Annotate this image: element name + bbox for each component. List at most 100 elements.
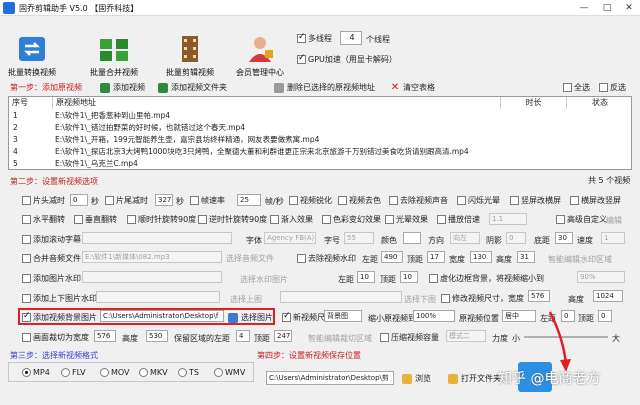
resize-width-input[interactable]: 576 [528, 290, 550, 302]
smart-watermark-button[interactable]: 智能编辑水印区域 [548, 254, 612, 265]
shadow-input[interactable]: 0 [506, 232, 526, 244]
sharpen-option[interactable]: 视频锐化 [289, 195, 332, 206]
scroll-speed-select[interactable]: 1 [601, 232, 625, 244]
col-header-no[interactable]: 序号 [9, 97, 53, 109]
sharpen-checkbox[interactable] [289, 196, 298, 205]
new-size-checkbox[interactable] [282, 311, 291, 322]
head-cut-option[interactable]: 片头减时 [22, 195, 65, 206]
pic-watermark-option[interactable]: 添加图片水印 [22, 273, 81, 284]
cw-checkbox[interactable] [127, 215, 136, 224]
font-select[interactable]: Agency FB(A) [264, 232, 316, 244]
head-cut-input[interactable]: 0 [70, 194, 88, 206]
wm-image-path-input[interactable] [82, 271, 222, 283]
hflip-option[interactable]: 水平翻转 [22, 214, 65, 225]
remove-audio-checkbox[interactable] [389, 196, 398, 205]
select-all-option[interactable]: 全选 [563, 82, 590, 93]
format-wmv[interactable]: WMV [214, 368, 245, 377]
clear-table-button[interactable]: ✕ 清空表格 [390, 82, 435, 93]
blur-bg-checkbox[interactable] [429, 274, 438, 283]
light-checkbox[interactable] [385, 215, 394, 224]
multithread-option[interactable]: 多线程 [297, 32, 332, 44]
delete-selected-button[interactable]: 删除已选择的原视频地址 [274, 82, 375, 93]
add-video-button[interactable]: 添加视频 [100, 82, 145, 93]
minimize-button[interactable]: — [573, 0, 595, 16]
edit-button[interactable]: 编辑 [606, 215, 622, 226]
remove-watermark-option[interactable]: 去除视频水印 [297, 253, 356, 264]
format-mov-radio[interactable] [100, 368, 109, 377]
gpu-option[interactable]: GPU加速（用显卡解码） [297, 53, 397, 65]
format-mkv[interactable]: MKV [139, 368, 168, 377]
subtitle-option[interactable]: 添加滚动字幕 [22, 234, 81, 245]
col-header-status[interactable]: 状态 [567, 97, 631, 109]
select-top-button[interactable]: 选择上图 [230, 294, 262, 305]
blur-bg-option[interactable]: 虚化边框背景，将视频缩小到 [429, 273, 544, 284]
wm-top-input[interactable]: 17 [427, 251, 445, 263]
close-button[interactable]: ✕ [618, 0, 640, 16]
table-row[interactable]: 5 E:\软件1\_乌克兰C.mp4 [9, 158, 631, 169]
multithread-checkbox[interactable] [297, 32, 306, 43]
crop-option[interactable]: 画面裁切为宽度 [22, 332, 89, 343]
merge-audio-option[interactable]: 合并音频文件 [22, 253, 81, 264]
thread-count-input[interactable]: 4 [340, 31, 362, 45]
color-option[interactable]: 色彩变幻效果 [322, 214, 381, 225]
crop-checkbox[interactable] [22, 333, 31, 342]
batch-merge-tool[interactable]: 批量合并视频 [90, 34, 138, 78]
ccw-option[interactable]: 逆时针旋转90度 [198, 214, 267, 225]
select-picture-button[interactable]: 选择图片 [228, 312, 273, 323]
v-to-h-checkbox[interactable] [510, 196, 519, 205]
tail-cut-option[interactable]: 片尾减时 [105, 195, 148, 206]
hflip-checkbox[interactable] [22, 215, 31, 224]
batch-edit-tool[interactable]: 批量剪辑视频 [166, 34, 214, 78]
bottom-image-input[interactable] [280, 291, 402, 303]
resize-height-input[interactable]: 1024 [593, 290, 623, 302]
pic-watermark-checkbox[interactable] [22, 274, 31, 283]
table-row[interactable]: 2 E:\软件1\_错过拍野菜的好时候，也就错过这个春天.mp4 [9, 122, 631, 134]
format-mp4[interactable]: MP4 [22, 368, 50, 377]
invert-option[interactable]: 反选 [599, 82, 626, 93]
light-option[interactable]: 光晕效果 [385, 214, 428, 225]
resize-option[interactable]: 修改视频尺寸，宽度 [441, 293, 524, 304]
direction-select[interactable]: 向左 [450, 232, 480, 244]
speed-checkbox[interactable] [437, 215, 446, 224]
cw-option[interactable]: 顺时针旋转90度 [127, 214, 196, 225]
subtitle-checkbox[interactable] [22, 235, 31, 244]
top-bottom-wm-option[interactable]: 添加上下图片水印 [22, 293, 97, 304]
table-row[interactable]: 4 E:\软件1\_探店北京3大烤鸭1000块吃3只烤鸭，全聚德大董和利群谁更正宗… [9, 146, 631, 158]
crop-width-input[interactable]: 576 [94, 330, 116, 342]
keep-left-input[interactable]: 4 [236, 330, 250, 342]
subtitle-input[interactable] [82, 232, 232, 244]
select-watermark-button[interactable]: 选择水印图片 [240, 274, 288, 285]
tail-cut-checkbox[interactable] [105, 196, 114, 205]
audio-path-input[interactable]: E:\软件1\新媒体\082.mp3 [82, 251, 222, 263]
table-row[interactable]: 3 E:\软件1\_开箱，199元智能养生壶，嘉宗县坊终样精通，网友表要做煮寓.m… [9, 134, 631, 146]
fadein-checkbox[interactable] [270, 215, 279, 224]
bg-image-path-input[interactable]: C:\Users\Administrator\Desktop\f [100, 310, 224, 322]
format-wmv-radio[interactable] [214, 368, 223, 377]
format-mp4-radio[interactable] [22, 368, 31, 377]
shrink-select[interactable]: 100% [413, 310, 455, 322]
gpu-checkbox[interactable] [297, 53, 306, 64]
compress-option[interactable]: 压缩视频容量 [380, 332, 439, 343]
format-flv[interactable]: FLV [61, 368, 86, 377]
pic-wm-top-input[interactable]: 10 [400, 271, 418, 283]
top-image-input[interactable] [96, 291, 220, 303]
speed-select[interactable]: 1.1 [489, 213, 527, 225]
tail-cut-input[interactable]: 327 [155, 194, 173, 206]
smart-crop-button[interactable]: 智能编辑裁切区域 [308, 333, 372, 344]
advanced-checkbox[interactable] [556, 215, 565, 224]
maximize-button[interactable]: □ [596, 0, 618, 16]
compress-mode-select[interactable]: 模式二 [446, 330, 486, 342]
crop-top-input[interactable]: 247 [274, 330, 292, 342]
new-size-select[interactable]: 背景图 [324, 310, 362, 322]
table-row[interactable]: 1 E:\软件1\_把香葱种到山里帕.mp4 [9, 110, 631, 122]
vflip-checkbox[interactable] [74, 215, 83, 224]
select-bottom-button[interactable]: 选择下图 [404, 294, 436, 305]
wm-left-input[interactable]: 490 [381, 251, 403, 263]
merge-audio-checkbox[interactable] [22, 254, 31, 263]
crop-height-input[interactable]: 530 [146, 330, 168, 342]
add-folder-button[interactable]: 添加视频文件夹 [158, 82, 227, 93]
format-ts-radio[interactable] [178, 368, 187, 377]
bg-image-checkbox[interactable] [22, 311, 31, 322]
format-ts[interactable]: TS [178, 368, 199, 377]
fps-option[interactable]: 帧速率 [190, 195, 225, 206]
